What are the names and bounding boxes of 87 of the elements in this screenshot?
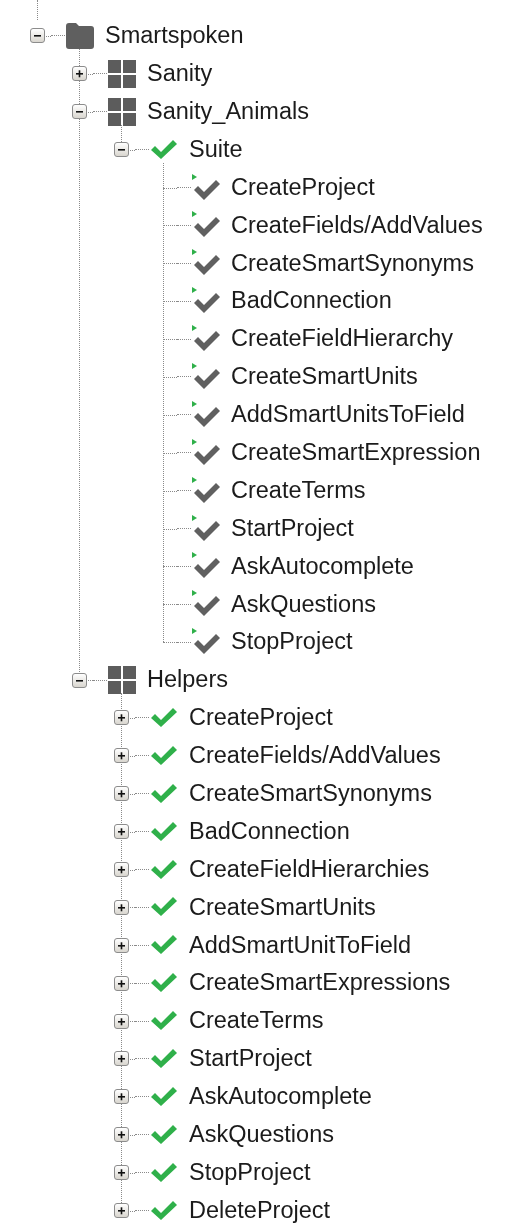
- check-icon: [149, 1198, 179, 1223]
- flagged-check-icon: [191, 475, 221, 506]
- plus-icon: [116, 827, 126, 837]
- tree-item[interactable]: CreateProject: [189, 706, 333, 730]
- tree-item[interactable]: CreateTerms: [231, 478, 366, 503]
- tree-item[interactable]: CreateTerms: [189, 1009, 324, 1033]
- expand-button[interactable]: [113, 1165, 129, 1181]
- folder-icon: [65, 21, 95, 50]
- expand-button[interactable]: [113, 937, 129, 953]
- expand-button[interactable]: [113, 1051, 129, 1067]
- plus-icon: [116, 751, 126, 761]
- expand-button[interactable]: [113, 824, 129, 840]
- plus-icon: [116, 902, 126, 912]
- expand-button[interactable]: [113, 975, 129, 991]
- check-icon: [149, 857, 179, 882]
- check-icon: [149, 705, 179, 730]
- tree-item[interactable]: CreateProject: [231, 175, 375, 200]
- tree-item[interactable]: CreateSmartUnits: [231, 365, 418, 389]
- check-icon: [149, 743, 179, 768]
- tree-item[interactable]: StopProject: [231, 630, 353, 654]
- flagged-check-icon: [191, 361, 221, 392]
- tree-item[interactable]: CreateFields/AddValues: [231, 213, 483, 238]
- expand-button[interactable]: [113, 1127, 129, 1143]
- expand-button[interactable]: [113, 1203, 129, 1219]
- check-icon: [149, 1084, 179, 1109]
- expand-button[interactable]: [113, 786, 129, 802]
- tree-item[interactable]: AskQuestions: [189, 1123, 334, 1147]
- collapse-button[interactable]: [71, 104, 87, 120]
- plus-icon: [116, 940, 126, 950]
- tree-item[interactable]: StartProject: [189, 1047, 312, 1071]
- plus-icon: [116, 1206, 126, 1216]
- grid-icon: [107, 96, 137, 127]
- tree-item[interactable]: CreateFieldHierarchies: [189, 857, 430, 882]
- tree-item[interactable]: CreateSmartSynonyms: [231, 251, 474, 276]
- collapse-button[interactable]: [29, 28, 45, 44]
- tree-item[interactable]: Helpers: [147, 668, 228, 692]
- expand-button[interactable]: [113, 899, 129, 915]
- flagged-check-icon: [191, 172, 221, 203]
- tree-item[interactable]: AddSmartUnitsToField: [231, 403, 465, 427]
- tree-item[interactable]: CreateFieldHierarchy: [231, 327, 454, 351]
- tree-item[interactable]: CreateSmartSynonyms: [189, 782, 432, 806]
- tree-item[interactable]: DeleteProject: [189, 1198, 331, 1223]
- collapse-button[interactable]: [71, 672, 87, 688]
- tree-item[interactable]: CreateSmartExpression: [231, 441, 481, 465]
- plus-icon: [116, 865, 126, 875]
- plus-icon: [116, 1016, 126, 1026]
- check-icon: [149, 1160, 179, 1185]
- plus-icon: [116, 713, 126, 723]
- check-icon: [149, 1047, 179, 1071]
- flagged-check-icon: [191, 399, 221, 430]
- flagged-check-icon: [191, 437, 221, 468]
- expand-button[interactable]: [113, 1089, 129, 1105]
- tree-item[interactable]: Suite: [189, 137, 243, 162]
- plus-icon: [116, 1130, 126, 1140]
- check-icon: [149, 137, 179, 162]
- expand-button[interactable]: [113, 862, 129, 878]
- tree-item[interactable]: Sanity: [147, 62, 213, 86]
- grid-icon: [107, 58, 137, 89]
- tree-item[interactable]: StopProject: [189, 1160, 311, 1185]
- tree-item[interactable]: AskAutocomplete: [189, 1085, 372, 1109]
- plus-icon: [116, 789, 126, 799]
- tree-item[interactable]: StartProject: [231, 516, 354, 541]
- tree-item[interactable]: AddSmartUnitToField: [189, 933, 412, 958]
- expand-button[interactable]: [71, 66, 87, 82]
- tree-item[interactable]: AskQuestions: [231, 592, 376, 617]
- expand-button[interactable]: [113, 1013, 129, 1029]
- check-icon: [149, 1122, 179, 1147]
- tree-item[interactable]: Sanity_Animals: [147, 99, 309, 124]
- tree-item[interactable]: CreateSmartExpressions: [189, 971, 451, 995]
- check-icon: [149, 819, 179, 844]
- expand-button[interactable]: [113, 748, 129, 764]
- tree-item[interactable]: Smartspoken: [105, 24, 244, 48]
- plus-icon: [116, 1092, 126, 1102]
- tree-item[interactable]: BadConnection: [189, 819, 350, 844]
- collapse-button[interactable]: [113, 142, 129, 158]
- expand-button[interactable]: [113, 710, 129, 726]
- plus-icon: [74, 69, 84, 79]
- plus-icon: [116, 1168, 126, 1178]
- tree-item[interactable]: AskAutocomplete: [231, 554, 414, 579]
- tree-item[interactable]: BadConnection: [231, 289, 392, 313]
- flagged-check-icon: [191, 513, 221, 544]
- tree-item[interactable]: CreateSmartUnits: [189, 895, 376, 920]
- grid-icon: [107, 665, 137, 696]
- plus-icon: [116, 978, 126, 988]
- plus-icon: [116, 1054, 126, 1064]
- tree-item[interactable]: CreateFields/AddValues: [189, 744, 441, 768]
- check-icon: [149, 781, 179, 806]
